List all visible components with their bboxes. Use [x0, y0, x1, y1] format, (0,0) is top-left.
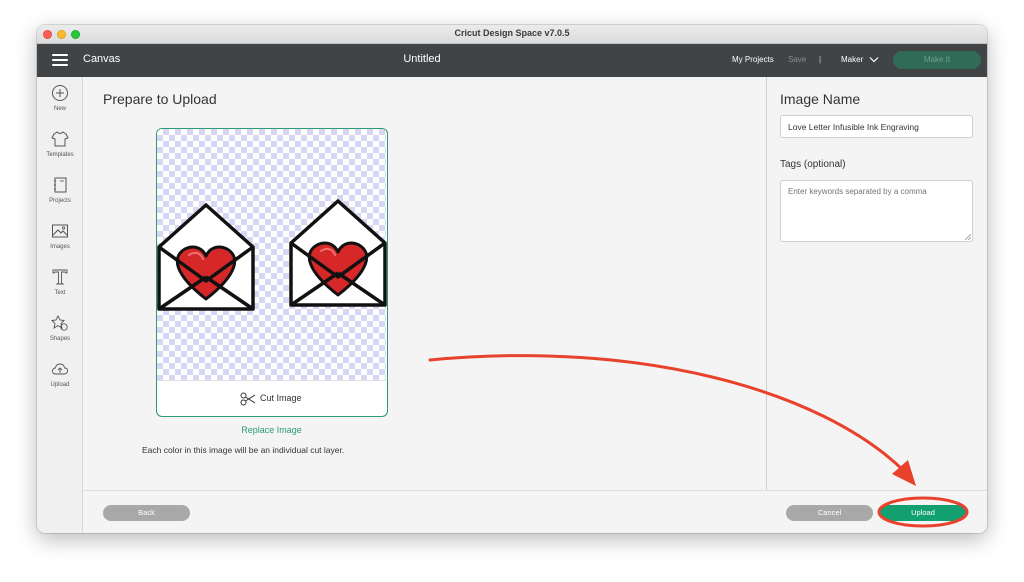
- replace-image-link[interactable]: Replace Image: [83, 425, 460, 435]
- chevron-down-icon[interactable]: [869, 56, 879, 63]
- sidebar-item-projects[interactable]: Projects: [37, 176, 83, 216]
- sidebar-item-label: New: [53, 106, 66, 112]
- sidebar-item-label: Templates: [46, 152, 74, 158]
- save-link[interactable]: Save: [788, 55, 806, 64]
- document-title: Untitled: [403, 53, 441, 65]
- prepare-upload-panel: Prepare to Upload Cut Image Replace Imag…: [83, 77, 766, 490]
- notebook-icon: [54, 177, 67, 193]
- love-letter-envelope-image-right: [289, 199, 387, 307]
- sidebar-item-templates[interactable]: Templates: [37, 130, 83, 170]
- cut-image-option[interactable]: Cut Image: [157, 380, 386, 416]
- tags-textarea[interactable]: [780, 180, 973, 242]
- sidebar-item-label: Images: [50, 244, 70, 250]
- image-name-input[interactable]: [780, 115, 973, 138]
- left-sidebar: New Templates Projects Images Text Shape…: [37, 77, 83, 533]
- image-icon: [52, 224, 68, 238]
- text-t-icon: [52, 269, 68, 285]
- back-button[interactable]: Back: [103, 505, 190, 521]
- nav-separator: |: [819, 55, 822, 64]
- top-navbar: Canvas Untitled My Projects Save | Maker…: [37, 44, 987, 77]
- window-title: Cricut Design Space v7.0.5: [454, 28, 570, 38]
- shirt-icon: [51, 131, 69, 147]
- cancel-button[interactable]: Cancel: [786, 505, 873, 521]
- sidebar-item-label: Upload: [50, 382, 70, 388]
- sidebar-item-new[interactable]: New: [37, 84, 83, 124]
- footer-bar: Back Cancel Upload: [83, 490, 987, 533]
- upload-button[interactable]: Upload: [880, 505, 966, 521]
- cut-image-label: Cut Image: [260, 393, 302, 403]
- machine-selector[interactable]: Maker: [841, 55, 863, 64]
- cut-layer-info-text: Each color in this image will be an indi…: [142, 445, 345, 455]
- love-letter-envelope-image-left: [157, 203, 255, 311]
- make-it-button[interactable]: Make It: [893, 51, 981, 69]
- app-window: Cricut Design Space v7.0.5 Canvas Untitl…: [37, 25, 987, 533]
- page-title: Prepare to Upload: [103, 91, 217, 107]
- shapes-icon: [51, 314, 68, 331]
- tags-label: Tags (optional): [780, 159, 846, 170]
- title-bar: Cricut Design Space v7.0.5: [37, 25, 987, 44]
- image-details-panel: Image Name Tags (optional): [767, 77, 987, 490]
- sidebar-item-label: Shapes: [49, 336, 71, 342]
- sidebar-item-shapes[interactable]: Shapes: [37, 314, 83, 354]
- sidebar-item-label: Text: [54, 290, 66, 296]
- sidebar-item-upload[interactable]: Upload: [37, 360, 83, 400]
- cloud-upload-icon: [51, 363, 69, 375]
- scissors-icon: [240, 392, 256, 406]
- resize-grip-icon[interactable]: [965, 234, 971, 240]
- sidebar-item-label: Projects: [49, 198, 71, 204]
- image-preview-card: Cut Image: [156, 128, 388, 417]
- image-name-heading: Image Name: [780, 91, 861, 107]
- sidebar-item-images[interactable]: Images: [37, 222, 83, 262]
- sidebar-item-text[interactable]: Text: [37, 268, 83, 308]
- plus-circle-icon: [52, 85, 68, 101]
- my-projects-link[interactable]: My Projects: [732, 55, 774, 64]
